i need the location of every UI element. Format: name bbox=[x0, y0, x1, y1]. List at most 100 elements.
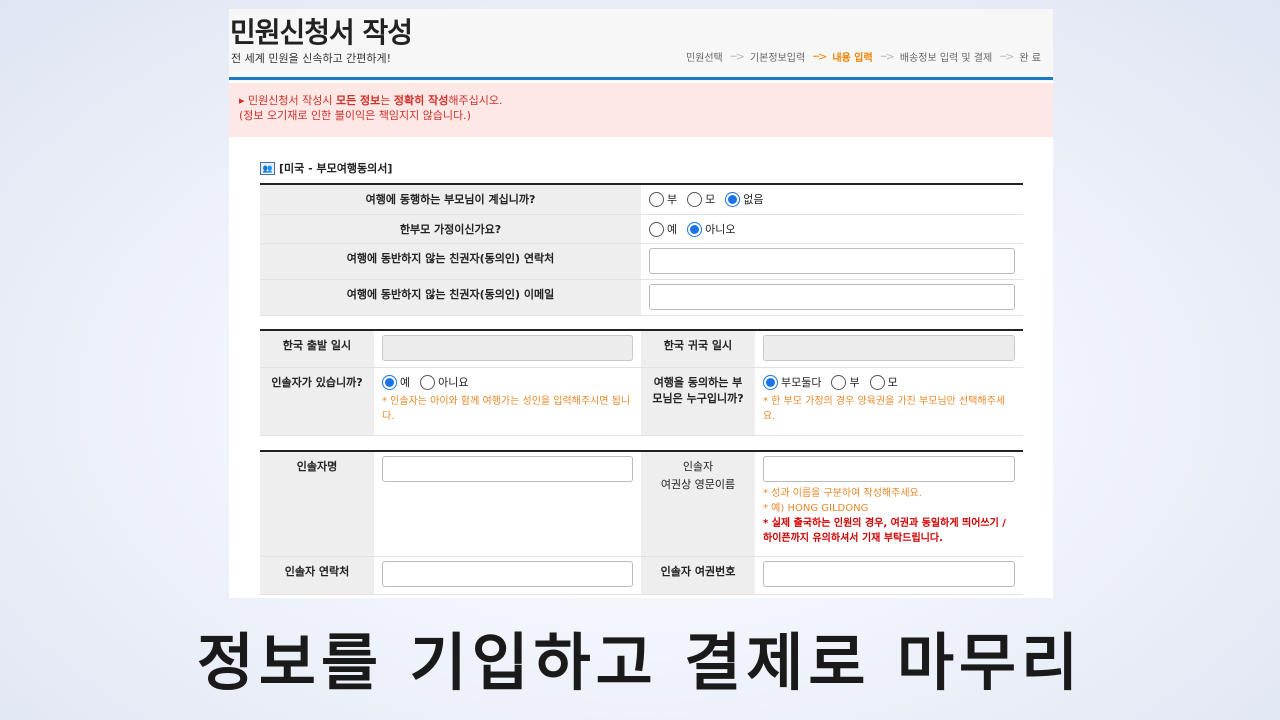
notice-prefix: ▸ 민원신청서 작성시 bbox=[239, 94, 336, 107]
radio-label: 모 bbox=[705, 193, 716, 206]
radio-button-selected[interactable] bbox=[763, 374, 778, 390]
notice-line-1: ▸ 민원신청서 작성시 모든 정보는 정확히 작성해주십시오. bbox=[239, 93, 1053, 108]
table-row: 여행에 동반하지 않는 친권자(동의인) 연락처 bbox=[260, 244, 1023, 280]
guardian-contact-cell bbox=[641, 244, 1023, 279]
radio-button[interactable] bbox=[649, 221, 664, 237]
radio-label: 부모둘다 bbox=[781, 376, 822, 389]
guardian-contact-label: 여행에 동반하지 않는 친권자(동의인) 연락처 bbox=[260, 244, 641, 279]
escort-eng-name-input[interactable] bbox=[763, 456, 1015, 482]
parent-radio-group: 부 모 없음 bbox=[649, 189, 1015, 207]
header-divider bbox=[229, 77, 1053, 80]
table-row: 여행에 동행하는 부모님이 계십니까? 부 모 없음 bbox=[260, 185, 1023, 215]
chevron-right-icon: ····> bbox=[999, 50, 1014, 63]
page-title: 민원신청서 작성 bbox=[230, 16, 413, 49]
radio-label: 아니요 bbox=[438, 376, 469, 389]
radio-button-selected[interactable] bbox=[382, 374, 397, 390]
parent-question-label: 여행에 동행하는 부모님이 계십니까? bbox=[260, 185, 641, 214]
consent-cell: 부모둘다 부 모 * 한 부모 가정의 경우 양육권을 가진 부모님만 선택해주… bbox=[755, 368, 1023, 435]
return-date-label: 한국 귀국 일시 bbox=[641, 331, 755, 367]
table-row: 한부모 가정이신가요? 예 아니오 bbox=[260, 215, 1023, 244]
eng-name-note-1: * 성과 이름을 구분하여 작성해주세요. bbox=[763, 488, 922, 499]
travel-info-table: 한국 출발 일시 한국 귀국 일시 인솔자가 있습니까? 예 아니요 * 인솔자… bbox=[260, 329, 1023, 436]
escort-eng-name-cell: * 성과 이름을 구분하여 작성해주세요. * 예) HONG GILDONG … bbox=[755, 452, 1023, 556]
radio-father[interactable]: 부 bbox=[649, 191, 677, 207]
radio-yes[interactable]: 예 bbox=[649, 221, 677, 237]
escort-phone-input[interactable] bbox=[382, 561, 633, 587]
escort-cell: 예 아니요 * 인솔자는 아이와 함께 여행가는 성인을 입력해주시면 됩니다. bbox=[374, 368, 641, 435]
radio-button[interactable] bbox=[831, 374, 847, 390]
depart-date-cell bbox=[374, 331, 641, 367]
escort-passport-input[interactable] bbox=[763, 561, 1015, 587]
radio-label: 없음 bbox=[743, 193, 764, 206]
table-row: 여행에 동반하지 않는 친권자(동의인) 이메일 bbox=[260, 280, 1023, 316]
radio-both-parents[interactable]: 부모둘다 bbox=[763, 374, 821, 390]
page-header: 민원신청서 작성 전 세계 민원을 신속하고 간편하게! 민원선택 ····> … bbox=[229, 9, 1053, 81]
page-subtitle: 전 세계 민원을 신속하고 간편하게! bbox=[231, 52, 392, 65]
radio-escort-yes[interactable]: 예 bbox=[382, 374, 410, 390]
chevron-right-icon: ····> bbox=[729, 50, 745, 63]
consent-note: * 한 부모 가정의 경우 양육권을 가진 부모님만 선택해주세요. bbox=[763, 396, 1006, 422]
escort-passport-cell bbox=[755, 557, 1023, 594]
radio-button[interactable] bbox=[420, 374, 436, 390]
escort-eng-name-label-line2: 여권상 영문이름 bbox=[660, 478, 736, 491]
table-row: 인솔자가 있습니까? 예 아니요 * 인솔자는 아이와 함께 여행가는 성인을 … bbox=[260, 368, 1023, 436]
chevron-right-icon: ····> bbox=[812, 50, 827, 63]
step-3-active: 내용 입력 bbox=[832, 53, 873, 64]
return-date-cell bbox=[755, 331, 1023, 367]
notice-mid: 는 bbox=[380, 94, 394, 107]
step-2: 기본정보입력 bbox=[749, 53, 806, 64]
radio-label: 예 bbox=[667, 223, 678, 236]
step-5: 완 료 bbox=[1019, 53, 1041, 64]
radio-mother[interactable]: 모 bbox=[687, 191, 715, 207]
guardian-email-label: 여행에 동반하지 않는 친권자(동의인) 이메일 bbox=[260, 280, 641, 315]
radio-label: 아니오 bbox=[705, 223, 736, 236]
escort-radio-group: 예 아니요 bbox=[382, 372, 633, 390]
radio-button[interactable] bbox=[649, 191, 664, 207]
section-title: 👥 [미국 - 부모여행동의서] bbox=[260, 160, 392, 176]
guardian-contact-input[interactable] bbox=[649, 248, 1015, 274]
eng-name-note-2: * 예) HONG GILDONG bbox=[763, 503, 869, 514]
radio-button[interactable] bbox=[687, 191, 703, 207]
escort-name-cell bbox=[374, 452, 641, 556]
escort-info-table: 인솔자명 인솔자 여권상 영문이름 * 성과 이름을 구분하여 작성해주세요. … bbox=[260, 450, 1023, 595]
radio-button[interactable] bbox=[869, 374, 885, 390]
caption-text: 정보를 기입하고 결제로 마무리 bbox=[196, 626, 1084, 699]
notice-line-2: (정보 오기재로 인한 불이익은 책임지지 않습니다.) bbox=[239, 109, 471, 122]
eng-name-note-3: * 실제 출국하는 인원의 경우, 여권과 동일하게 띄어쓰기 / 하이픈까지 … bbox=[763, 518, 1006, 544]
escort-eng-name-label-line1: 인솔자 bbox=[682, 460, 714, 473]
single-parent-cell: 예 아니오 bbox=[641, 215, 1023, 243]
notice-box: ▸ 민원신청서 작성시 모든 정보는 정확히 작성해주십시오. (정보 오기재로… bbox=[229, 83, 1053, 137]
guardian-email-input[interactable] bbox=[649, 284, 1015, 310]
escort-phone-label: 인솔자 연락처 bbox=[260, 557, 374, 594]
escort-eng-name-label: 인솔자 여권상 영문이름 bbox=[641, 452, 755, 556]
screenshot-panel: 민원신청서 작성 전 세계 민원을 신속하고 간편하게! 민원선택 ····> … bbox=[229, 9, 1053, 598]
section-title-text: [미국 - 부모여행동의서] bbox=[279, 162, 393, 175]
radio-no[interactable]: 아니오 bbox=[687, 221, 736, 237]
escort-name-input[interactable] bbox=[382, 456, 633, 482]
radio-consent-father[interactable]: 부 bbox=[831, 374, 860, 390]
table-row: 한국 출발 일시 한국 귀국 일시 bbox=[260, 331, 1023, 368]
consent-label: 여행을 동의하는 부모님은 누구입니까? bbox=[641, 368, 755, 435]
escort-name-label: 인솔자명 bbox=[260, 452, 374, 556]
step-4: 배송정보 입력 및 결제 bbox=[899, 53, 993, 64]
single-parent-label: 한부모 가정이신가요? bbox=[260, 215, 641, 243]
depart-date-input[interactable] bbox=[382, 335, 633, 361]
notice-bold-2: 정확히 작성 bbox=[393, 94, 449, 107]
table-row: 인솔자명 인솔자 여권상 영문이름 * 성과 이름을 구분하여 작성해주세요. … bbox=[260, 452, 1023, 557]
depart-date-label: 한국 출발 일시 bbox=[260, 331, 374, 367]
radio-label: 모 bbox=[887, 376, 898, 389]
radio-escort-no[interactable]: 아니요 bbox=[420, 374, 469, 390]
parent-info-table: 여행에 동행하는 부모님이 계십니까? 부 모 없음 한부모 가정이신가요? 예… bbox=[260, 183, 1023, 316]
escort-passport-label: 인솔자 여권번호 bbox=[641, 557, 755, 594]
return-date-input[interactable] bbox=[763, 335, 1015, 361]
radio-button-selected[interactable] bbox=[687, 221, 703, 237]
chevron-right-icon: ····> bbox=[879, 50, 895, 63]
radio-none[interactable]: 없음 bbox=[725, 191, 764, 207]
radio-consent-mother[interactable]: 모 bbox=[869, 374, 898, 390]
notice-bold-1: 모든 정보 bbox=[335, 94, 381, 107]
escort-phone-cell bbox=[374, 557, 641, 594]
radio-button-selected[interactable] bbox=[725, 191, 741, 207]
notice-suffix: 해주십시오. bbox=[448, 94, 503, 107]
escort-label: 인솔자가 있습니까? bbox=[260, 368, 374, 435]
radio-label: 예 bbox=[400, 376, 411, 389]
